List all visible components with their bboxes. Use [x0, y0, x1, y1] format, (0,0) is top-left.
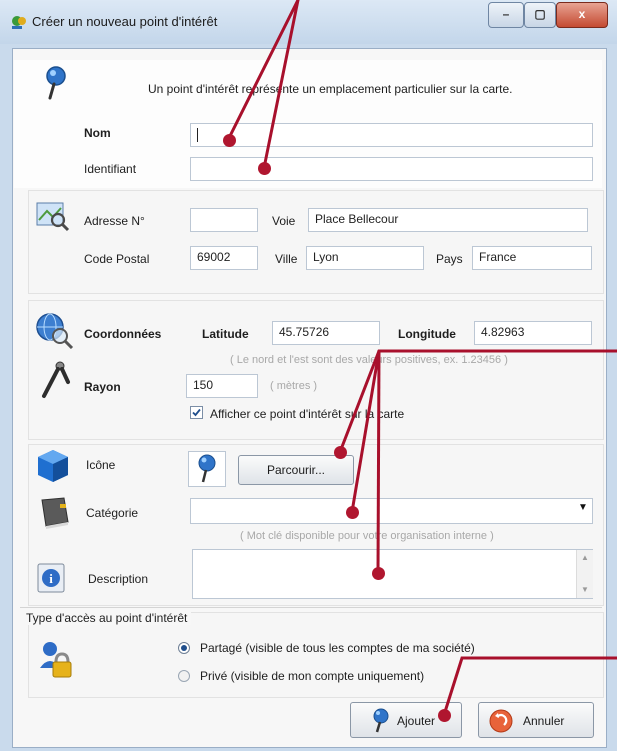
add-button-label: Ajouter — [397, 714, 436, 728]
show-on-map-checkbox[interactable] — [190, 406, 203, 419]
cube-icon — [38, 450, 68, 482]
globe-search-icon — [36, 313, 74, 349]
address-number-label: Adresse N° — [84, 214, 145, 228]
window-title: Créer un nouveau point d'intérêt — [32, 14, 218, 29]
name-input[interactable] — [190, 123, 593, 147]
icon-preview — [188, 451, 226, 487]
pin-preview-icon — [198, 454, 216, 483]
identifier-input[interactable] — [190, 157, 593, 181]
minimize-button[interactable]: – — [488, 2, 524, 28]
annotation-dot — [223, 134, 236, 147]
address-number-input[interactable] — [190, 208, 258, 232]
radio-selected-dot — [181, 645, 187, 651]
coordinates-hint: ( Le nord et l'est sont des valeurs posi… — [230, 354, 508, 366]
annotation-dot — [346, 506, 359, 519]
shared-radio[interactable] — [178, 642, 190, 654]
text-caret — [197, 127, 198, 142]
annotation-dot — [334, 446, 347, 459]
latitude-label: Latitude — [202, 327, 249, 341]
category-dropdown[interactable] — [190, 498, 593, 524]
postal-code-label: Code Postal — [84, 252, 150, 266]
private-radio[interactable] — [178, 670, 190, 682]
description-label: Description — [88, 572, 149, 586]
street-label: Voie — [272, 214, 296, 228]
scroll-down-icon[interactable]: ▼ — [581, 585, 589, 594]
close-icon: x — [578, 7, 586, 21]
category-label: Catégorie — [86, 506, 139, 520]
map-search-icon — [36, 202, 70, 232]
country-label: Pays — [436, 252, 463, 266]
radius-input[interactable]: 150 — [186, 374, 258, 398]
street-input[interactable]: Place Bellecour — [308, 208, 588, 232]
close-button[interactable]: x — [556, 2, 608, 28]
name-label: Nom — [84, 126, 111, 140]
identifier-label: Identifiant — [84, 162, 137, 176]
access-divider — [20, 607, 602, 608]
latitude-input[interactable]: 45.75726 — [272, 321, 380, 345]
info-icon: i — [37, 563, 65, 593]
category-hint: ( Mot clé disponible pour votre organisa… — [240, 530, 494, 542]
app-pin-icon — [12, 16, 26, 29]
cancel-button-label: Annuler — [523, 714, 565, 728]
svg-text:i: i — [49, 571, 53, 586]
compass-icon — [42, 361, 70, 398]
radius-unit: ( mètres ) — [270, 380, 318, 392]
access-lock-icon — [40, 642, 72, 678]
coordinates-label: Coordonnées — [84, 327, 162, 341]
browse-button[interactable]: Parcourir... — [238, 455, 354, 485]
icon-label: Icône — [86, 458, 116, 472]
scroll-up-icon[interactable]: ▲ — [581, 553, 589, 562]
cancel-icon — [489, 709, 513, 733]
cancel-button[interactable]: Annuler — [478, 702, 594, 738]
annotation-dot — [438, 709, 451, 722]
access-type-title: Type d'accès au point d'intérêt — [26, 611, 192, 625]
annotation-dot — [258, 162, 271, 175]
description-textarea[interactable] — [192, 549, 593, 599]
radius-label: Rayon — [84, 380, 121, 394]
city-label: Ville — [275, 252, 298, 266]
maximize-button[interactable]: ▢ — [524, 2, 556, 28]
checkmark-icon — [192, 408, 201, 417]
show-on-map-label: Afficher ce point d'intérêt sur la carte — [210, 407, 405, 421]
city-input[interactable]: Lyon — [306, 246, 424, 270]
pin-icon — [46, 66, 66, 100]
private-label: Privé (visible de mon compte uniquement) — [200, 669, 425, 683]
book-icon — [41, 497, 69, 529]
postal-code-input[interactable]: 69002 — [190, 246, 258, 270]
shared-label: Partagé (visible de tous les comptes de … — [200, 641, 475, 655]
intro-text: Un point d'intérêt représente un emplace… — [148, 82, 513, 96]
description-scrollbar[interactable]: ▲ ▼ — [576, 550, 593, 598]
chevron-down-icon[interactable]: ▼ — [578, 502, 588, 513]
longitude-input[interactable]: 4.82963 — [474, 321, 592, 345]
annotation-dot — [372, 567, 385, 580]
add-pin-icon — [373, 708, 389, 733]
maximize-icon: ▢ — [534, 7, 546, 21]
address-section — [28, 190, 604, 294]
country-input[interactable]: France — [472, 246, 592, 270]
minimize-icon: – — [502, 7, 510, 21]
longitude-label: Longitude — [398, 327, 456, 341]
